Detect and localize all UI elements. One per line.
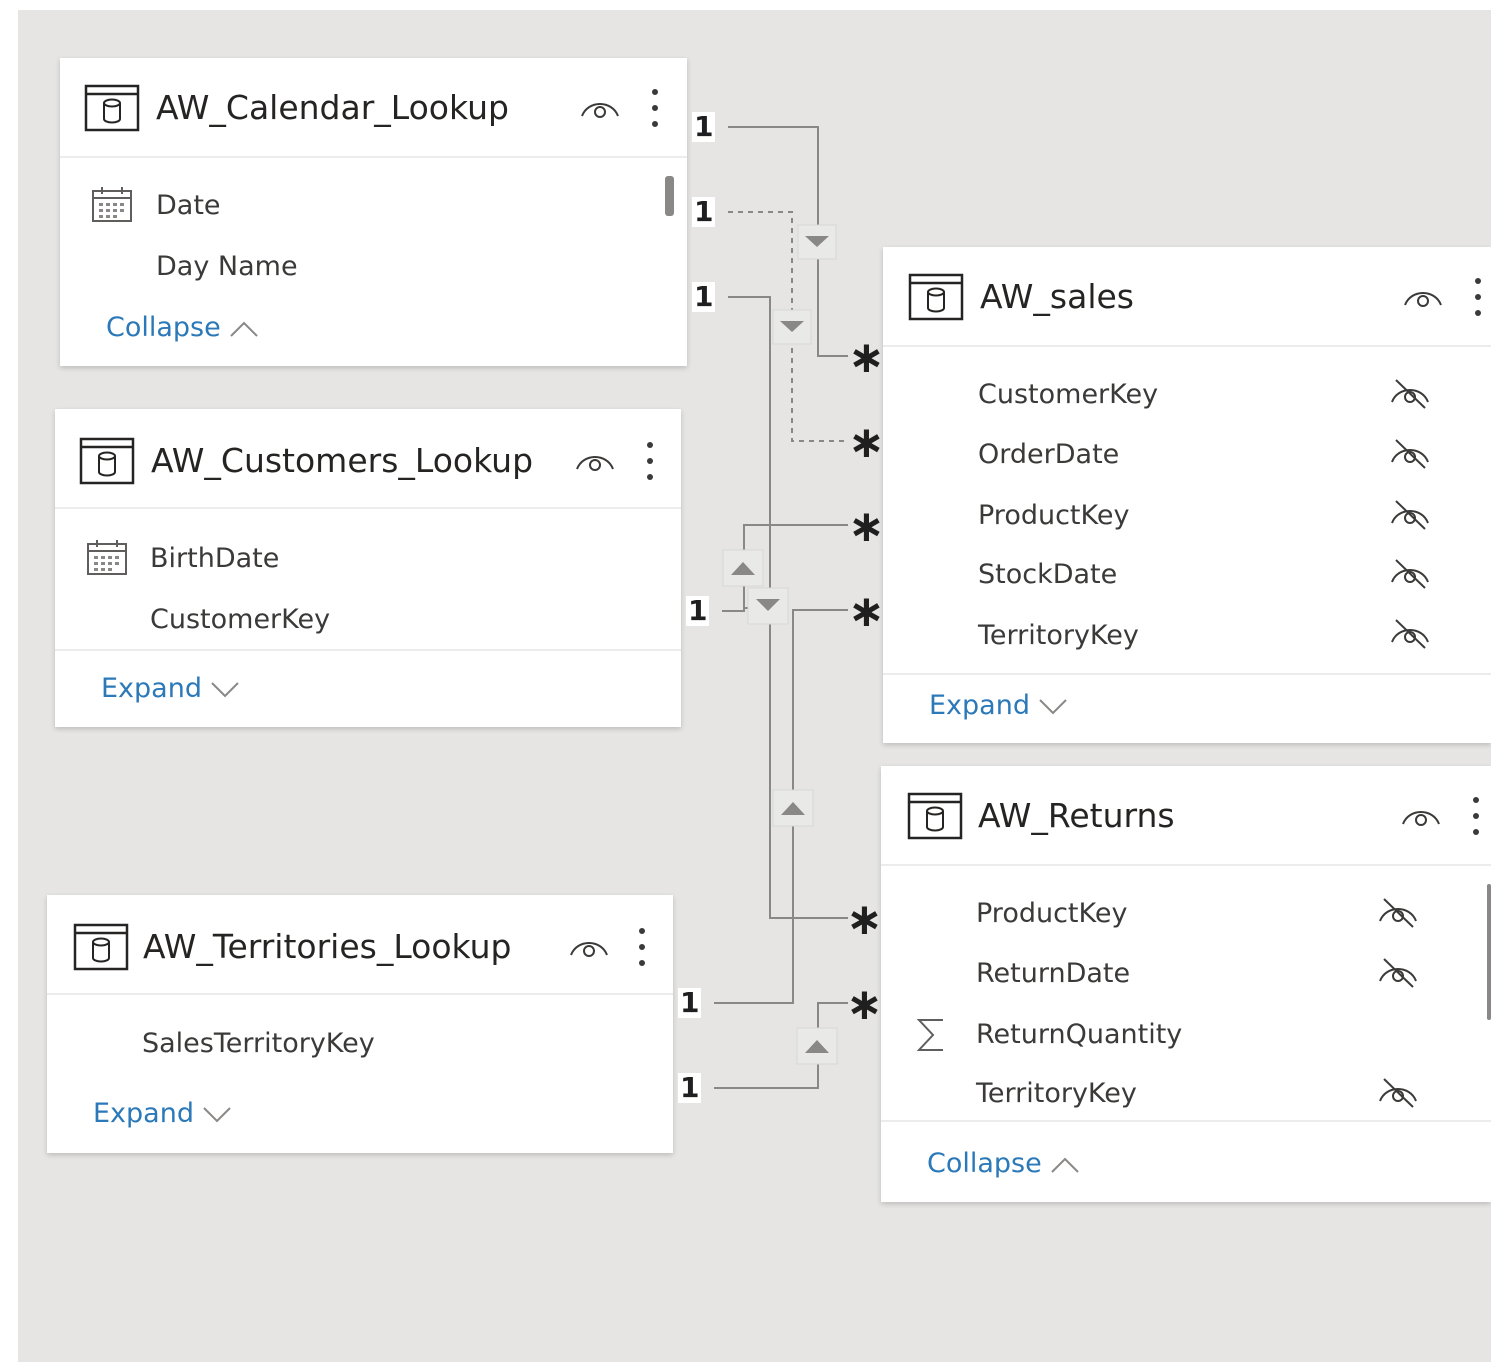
chevron-up-icon: [230, 321, 258, 337]
hidden-icon[interactable]: [1375, 956, 1421, 990]
eye-icon[interactable]: [573, 447, 617, 475]
chevron-down-icon: [203, 1106, 231, 1122]
expand-label: Expand: [101, 673, 202, 704]
field-customerkey[interactable]: CustomerKey: [150, 604, 330, 635]
more-options-icon[interactable]: [1469, 794, 1483, 838]
table-card-customers[interactable]: AW_Customers_Lookup BirthDate CustomerKe…: [55, 409, 681, 727]
collapse-button[interactable]: Collapse: [927, 1148, 1080, 1179]
arrow-down-icon: [747, 587, 789, 625]
table-icon: [907, 792, 963, 840]
field-returndate[interactable]: ReturnDate: [976, 958, 1130, 989]
cardinality-one: 1: [678, 986, 702, 1019]
sigma-icon: [916, 1019, 943, 1051]
cardinality-many: ∗: [848, 417, 885, 468]
cardinality-one: 1: [692, 110, 716, 143]
hidden-icon[interactable]: [1375, 896, 1421, 930]
field-date[interactable]: Date: [156, 190, 221, 221]
field-day-name[interactable]: Day Name: [156, 251, 298, 282]
field-territorykey[interactable]: TerritoryKey: [978, 620, 1139, 651]
cardinality-many: ∗: [848, 332, 885, 383]
cardinality-many: ∗: [846, 979, 883, 1030]
field-stockdate[interactable]: StockDate: [978, 559, 1117, 590]
collapse-label: Collapse: [927, 1148, 1042, 1179]
hidden-icon[interactable]: [1387, 617, 1433, 651]
calendar-icon: [92, 187, 132, 222]
cardinality-one: 1: [678, 1071, 702, 1104]
divider: [55, 649, 681, 651]
chevron-down-icon: [211, 681, 239, 697]
table-title: AW_Territories_Lookup: [143, 927, 512, 966]
table-card-calendar[interactable]: AW_Calendar_Lookup Date Day Name Collaps…: [60, 58, 687, 366]
card-header[interactable]: AW_sales: [883, 247, 1491, 347]
cardinality-many: ∗: [848, 586, 885, 637]
cardinality-many: ∗: [848, 501, 885, 552]
calendar-icon: [87, 540, 127, 575]
field-returnquantity[interactable]: ReturnQuantity: [976, 1019, 1182, 1050]
card-header[interactable]: AW_Calendar_Lookup: [60, 58, 687, 158]
table-card-returns[interactable]: AW_Returns ProductKey ReturnDate ReturnQ…: [881, 766, 1491, 1202]
divider: [883, 673, 1491, 675]
cardinality-many: ∗: [846, 894, 883, 945]
scrollbar[interactable]: [1487, 884, 1491, 1020]
arrow-up-icon: [772, 789, 814, 827]
arrow-up-icon: [796, 1027, 838, 1065]
hidden-icon[interactable]: [1387, 557, 1433, 591]
cardinality-one: 1: [686, 594, 710, 627]
collapse-button[interactable]: Collapse: [106, 312, 259, 343]
more-options-icon[interactable]: [643, 439, 657, 483]
expand-label: Expand: [929, 690, 1030, 721]
table-icon: [79, 437, 135, 485]
eye-icon[interactable]: [1401, 283, 1445, 311]
table-card-territories[interactable]: AW_Territories_Lookup SalesTerritoryKey …: [47, 895, 673, 1153]
field-salesterritorykey[interactable]: SalesTerritoryKey: [142, 1028, 375, 1059]
table-card-sales[interactable]: AW_sales CustomerKey OrderDate ProductKe…: [883, 247, 1491, 743]
arrow-down-icon: [772, 309, 812, 345]
arrow-down-icon: [797, 224, 837, 260]
field-productkey[interactable]: ProductKey: [976, 898, 1127, 929]
field-territorykey[interactable]: TerritoryKey: [976, 1078, 1137, 1109]
field-productkey[interactable]: ProductKey: [978, 500, 1129, 531]
table-icon: [73, 923, 129, 971]
eye-icon[interactable]: [567, 933, 611, 961]
expand-label: Expand: [93, 1098, 194, 1129]
card-header[interactable]: AW_Customers_Lookup: [55, 409, 681, 509]
table-title: AW_sales: [980, 277, 1134, 316]
scrollbar[interactable]: [665, 176, 674, 216]
divider: [881, 1120, 1491, 1122]
card-header[interactable]: AW_Territories_Lookup: [47, 895, 673, 995]
cardinality-one: 1: [692, 280, 716, 313]
hidden-icon[interactable]: [1387, 377, 1433, 411]
relationship-line: [743, 607, 748, 611]
card-header[interactable]: AW_Returns: [881, 766, 1491, 866]
more-options-icon[interactable]: [635, 925, 649, 969]
field-birthdate[interactable]: BirthDate: [150, 543, 279, 574]
chevron-down-icon: [1039, 698, 1067, 714]
arrow-up-icon: [722, 549, 764, 587]
table-icon: [908, 273, 964, 321]
more-options-icon[interactable]: [1471, 275, 1485, 319]
more-options-icon[interactable]: [648, 86, 662, 130]
direction-arrows: [722, 224, 838, 1065]
expand-button[interactable]: Expand: [93, 1098, 232, 1129]
collapse-label: Collapse: [106, 312, 221, 343]
table-icon: [84, 84, 140, 132]
chevron-up-icon: [1051, 1157, 1079, 1173]
expand-button[interactable]: Expand: [101, 673, 240, 704]
expand-button[interactable]: Expand: [929, 690, 1068, 721]
table-title: AW_Returns: [978, 796, 1175, 835]
hidden-icon[interactable]: [1387, 437, 1433, 471]
eye-icon[interactable]: [578, 94, 622, 122]
field-customerkey[interactable]: CustomerKey: [978, 379, 1158, 410]
table-title: AW_Customers_Lookup: [151, 441, 534, 480]
hidden-icon[interactable]: [1387, 498, 1433, 532]
cardinality-one: 1: [692, 195, 716, 228]
field-orderdate[interactable]: OrderDate: [978, 439, 1119, 470]
eye-icon[interactable]: [1399, 802, 1443, 830]
hidden-icon[interactable]: [1375, 1076, 1421, 1110]
table-title: AW_Calendar_Lookup: [156, 88, 509, 127]
